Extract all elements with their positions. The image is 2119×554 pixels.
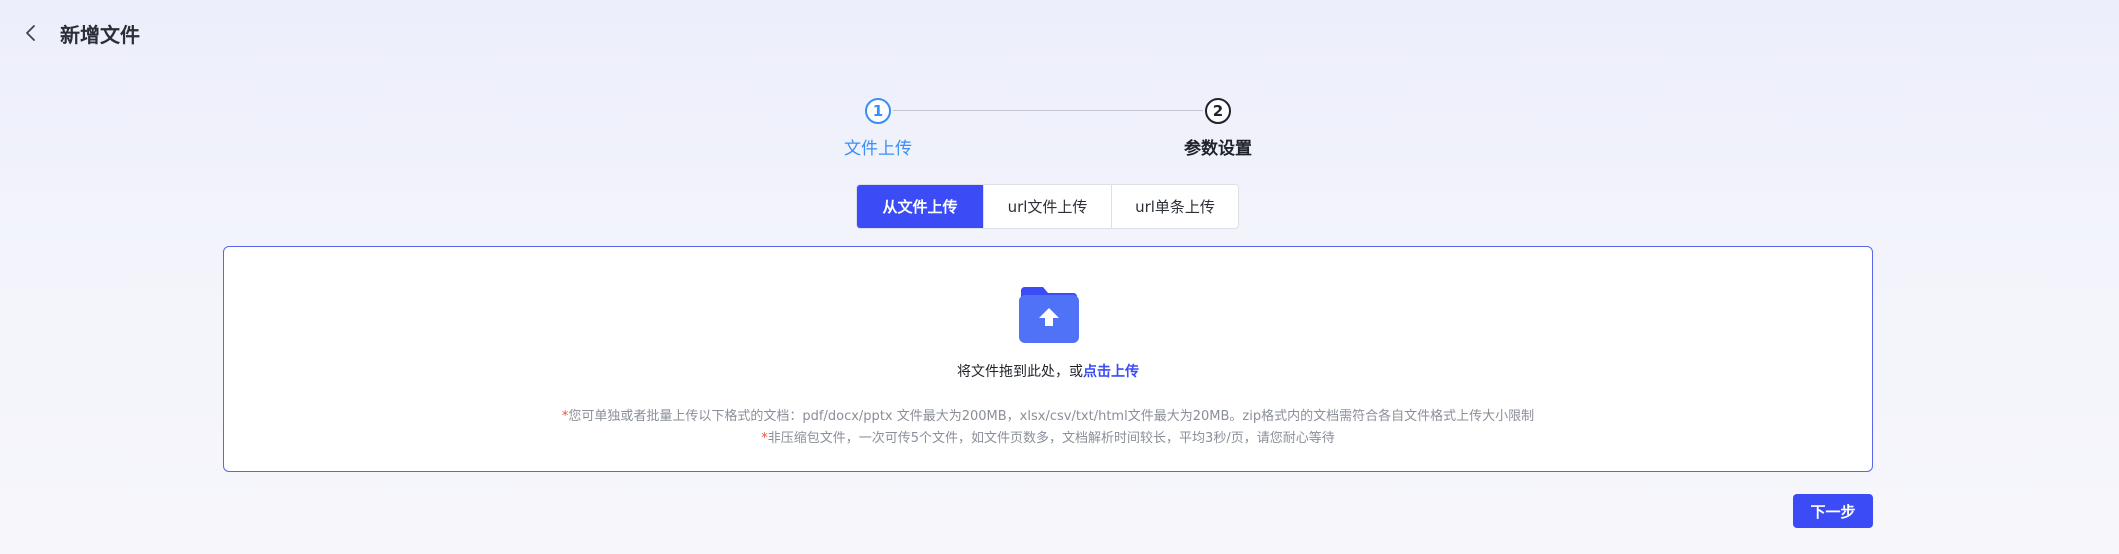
tab-url-file-upload[interactable]: url文件上传 xyxy=(983,185,1111,228)
hint-text: 您可单独或者批量上传以下格式的文档：pdf/docx/pptx 文件最大为200… xyxy=(568,409,1535,424)
page-title: 新增文件 xyxy=(60,22,140,47)
upload-dropzone[interactable]: 将文件拖到此处，或点击上传 *您可单独或者批量上传以下格式的文档：pdf/doc… xyxy=(223,246,1873,472)
step-file-upload: 1 文件上传 xyxy=(798,98,958,159)
tab-url-single-upload[interactable]: url单条上传 xyxy=(1111,185,1238,228)
folder-upload-icon xyxy=(1017,281,1081,345)
step-number: 2 xyxy=(1205,98,1231,124)
page-header: 新增文件 xyxy=(0,0,2119,66)
step-number: 1 xyxy=(865,98,891,124)
tab-upload-from-file[interactable]: 从文件上传 xyxy=(857,185,983,228)
click-upload-link[interactable]: 点击上传 xyxy=(1083,364,1139,380)
step-indicator: 1 文件上传 2 参数设置 xyxy=(0,98,2119,159)
step-label: 文件上传 xyxy=(844,139,912,159)
next-step-button[interactable]: 下一步 xyxy=(1793,494,1873,528)
upload-mode-tabs: 从文件上传 url文件上传 url单条上传 xyxy=(856,184,1239,229)
drag-text: 将文件拖到此处，或 xyxy=(957,364,1083,380)
hint-text: 非压缩包文件，一次可传5个文件，如文件页数多，文档解析时间较长，平均3秒/页，请… xyxy=(767,431,1335,446)
step-parameter-settings: 2 参数设置 xyxy=(1138,98,1298,159)
step-label: 参数设置 xyxy=(1184,139,1252,159)
chevron-left-icon[interactable] xyxy=(24,24,40,42)
upload-hint-formats: *您可单独或者批量上传以下格式的文档：pdf/docx/pptx 文件最大为20… xyxy=(224,405,1872,424)
drag-instructions: 将文件拖到此处，或点击上传 xyxy=(224,361,1872,381)
upload-hint-limits: *非压缩包文件，一次可传5个文件，如文件页数多，文档解析时间较长，平均3秒/页，… xyxy=(224,427,1872,446)
